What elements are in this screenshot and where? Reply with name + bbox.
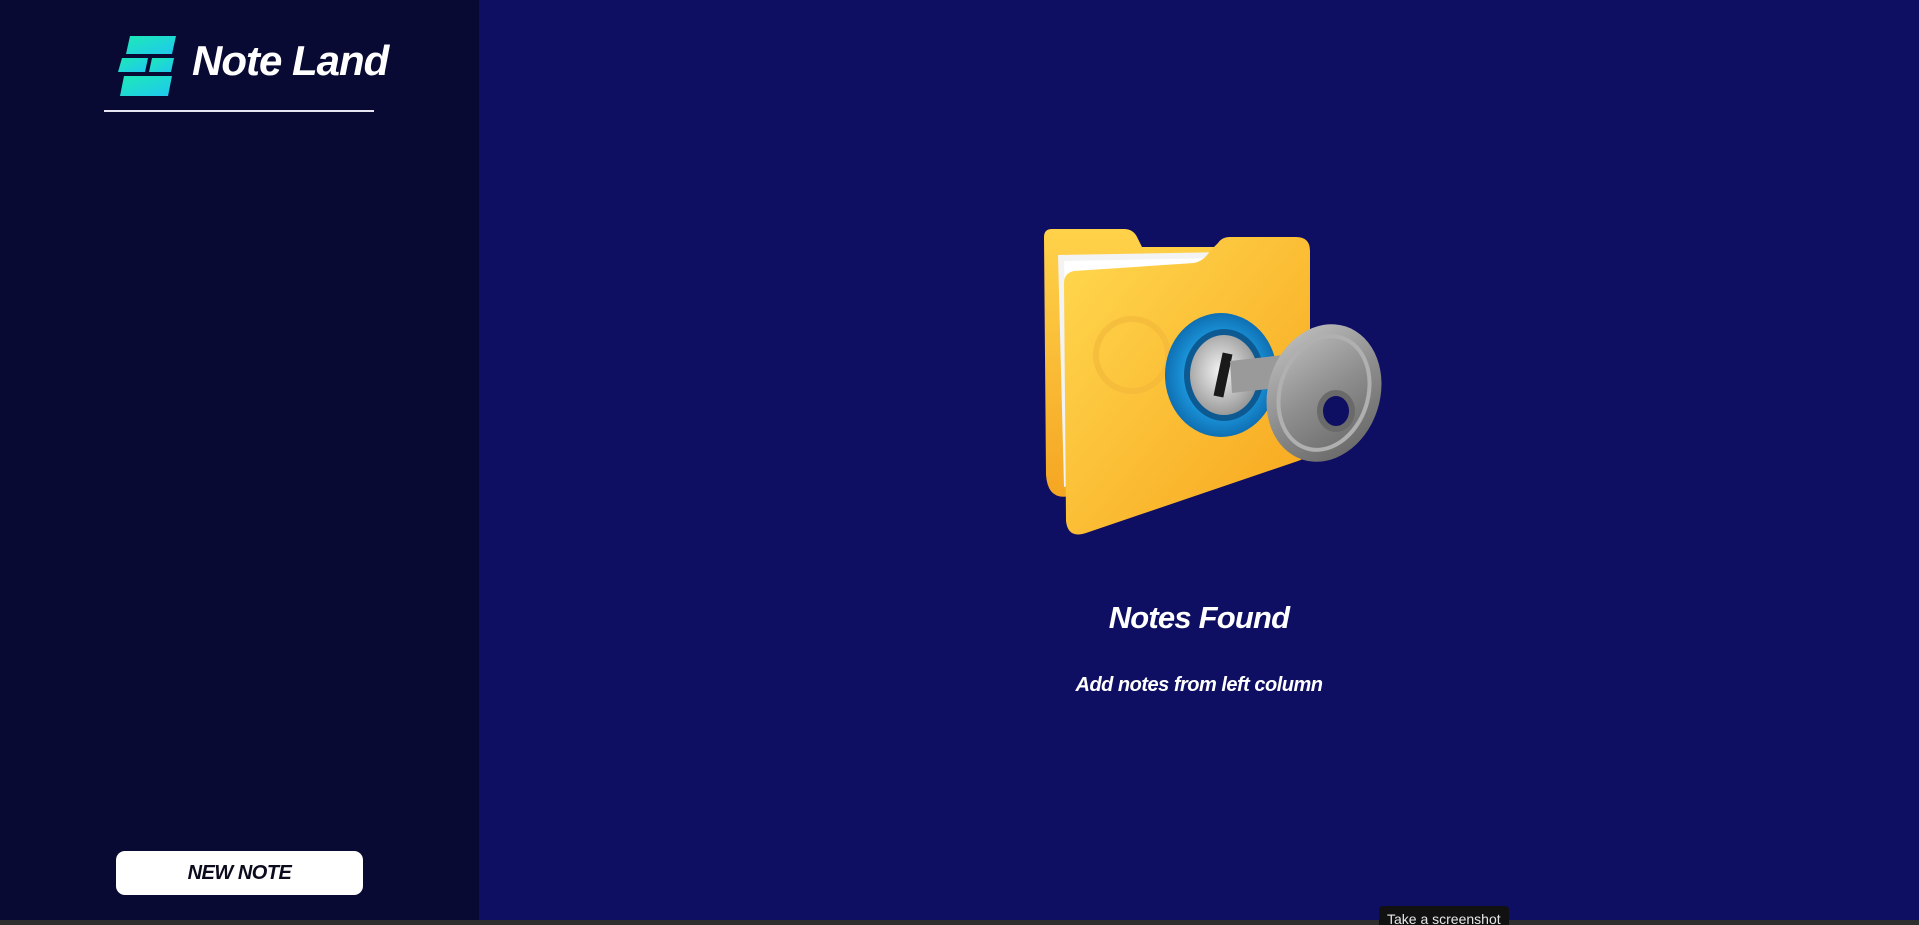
brand-divider [104,110,374,112]
locked-folder-with-key-icon [1034,225,1384,540]
app-logo-icon [118,36,178,98]
app-title: Note Land [192,37,389,84]
main-content: Notes Found Add notes from left column [479,0,1919,920]
new-note-button[interactable]: NEW NOTE [116,851,363,895]
app-window: Note Land NEW NOTE Notes Found Add notes… [0,0,1919,925]
empty-state-title: Notes Found [1108,600,1290,635]
bottom-bar [0,920,1919,925]
sidebar: Note Land NEW NOTE [0,0,479,920]
empty-state-subtitle: Add notes from left column [1075,674,1324,696]
brand: Note Land [104,30,389,112]
screenshot-tooltip: Take a screenshot [1379,906,1509,925]
